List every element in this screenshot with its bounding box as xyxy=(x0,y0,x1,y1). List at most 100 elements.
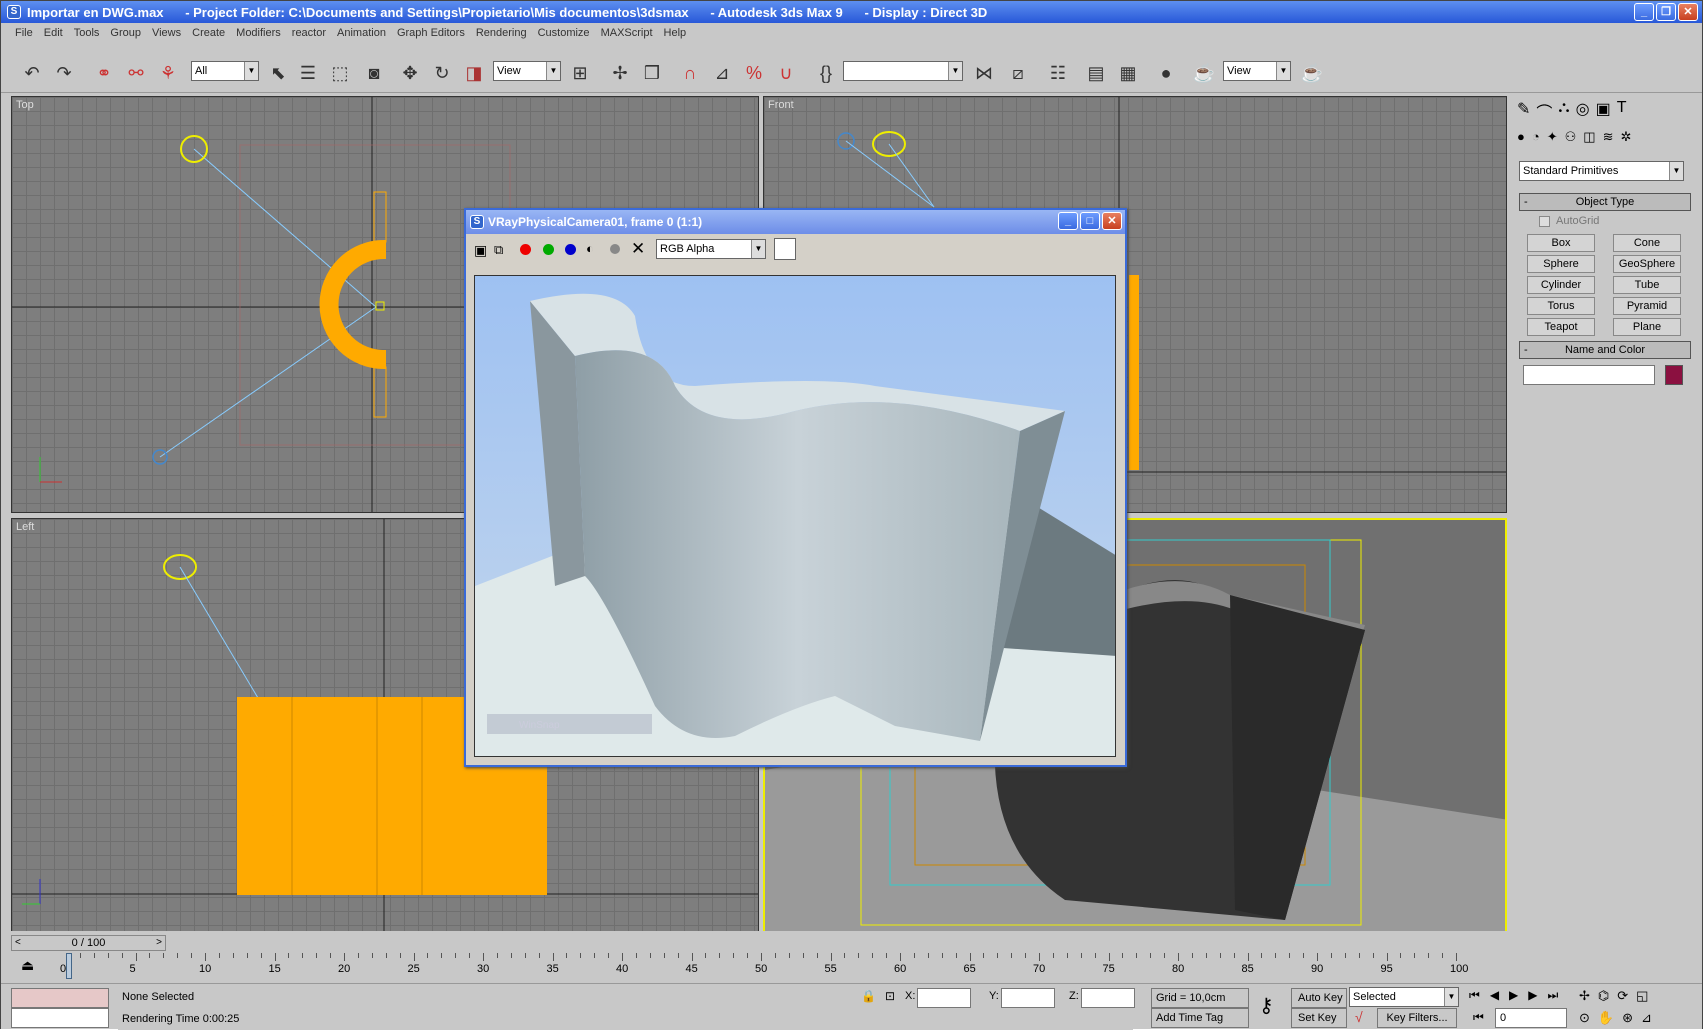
bind-to-space-warp-icon[interactable]: ⚘ xyxy=(155,60,181,86)
percent-snap-icon[interactable]: % xyxy=(741,60,767,86)
create-tab-icon[interactable]: ✎ xyxy=(1517,99,1530,123)
app-icon[interactable]: S xyxy=(7,5,21,19)
set-key-button[interactable]: Set Key xyxy=(1291,1008,1347,1028)
viewport-label[interactable]: Left xyxy=(16,521,34,533)
geometry-icon[interactable]: ● xyxy=(1517,129,1525,145)
red-channel-icon[interactable] xyxy=(520,244,531,255)
time-slider-next-icon[interactable]: > xyxy=(156,937,162,948)
menu-animation[interactable]: Animation xyxy=(337,27,386,39)
quick-render-icon[interactable]: ☕ xyxy=(1299,60,1325,86)
angle-snap-icon[interactable]: ⊿ xyxy=(709,60,735,86)
keyboard-shortcut-override-icon[interactable]: ❒ xyxy=(639,60,665,86)
tube-button[interactable]: Tube xyxy=(1613,276,1681,294)
track-bar[interactable]: 0 5 10 15 20 25 30 35 40 45 50 55 60 65 70 75 80 85 90 95 10… xyxy=(60,953,1468,983)
maximize-viewport-icon[interactable]: ◱ xyxy=(1636,988,1648,1004)
alpha-channel-icon[interactable]: ◐ xyxy=(586,241,594,256)
save-image-icon[interactable]: ▣ xyxy=(474,242,487,259)
reference-coordinate-dropdown[interactable]: View ▼ xyxy=(493,61,561,81)
field-of-view-icon[interactable]: ⊿ xyxy=(1641,1010,1652,1026)
auto-key-button[interactable]: Auto Key xyxy=(1291,988,1347,1008)
key-filters-button[interactable]: Key Filters... xyxy=(1377,1008,1457,1028)
vray-frame-buffer-window[interactable]: S VRayPhysicalCamera01, frame 0 (1:1) _ … xyxy=(464,208,1127,767)
add-time-tag[interactable]: Add Time Tag xyxy=(1151,1008,1249,1028)
select-and-scale-icon[interactable]: ◨ xyxy=(461,60,487,86)
select-and-move-icon[interactable]: ✥ xyxy=(397,60,423,86)
vfb-maximize-button[interactable]: □ xyxy=(1080,212,1100,230)
clone-frame-buffer-icon[interactable]: ⧉ xyxy=(494,242,503,258)
menu-edit[interactable]: Edit xyxy=(44,27,63,39)
zoom-all-icon[interactable]: ⌬ xyxy=(1598,988,1609,1004)
absolute-mode-icon[interactable]: ⊡ xyxy=(885,989,895,1003)
pivot-point-icon[interactable]: ⊞ xyxy=(567,60,593,86)
cameras-icon[interactable]: ⚇ xyxy=(1565,129,1577,145)
render-type-dropdown[interactable]: View ▼ xyxy=(1223,61,1291,81)
green-channel-icon[interactable] xyxy=(543,244,554,255)
menu-views[interactable]: Views xyxy=(152,27,181,39)
restore-button[interactable]: ❐ xyxy=(1656,3,1676,21)
viewport-label[interactable]: Top xyxy=(16,99,34,111)
key-icon[interactable]: ⚷ xyxy=(1259,993,1274,1018)
vfb-app-icon[interactable]: S xyxy=(470,215,484,229)
window-crossing-icon[interactable]: ◙ xyxy=(361,60,387,86)
align-icon[interactable]: ⧄ xyxy=(1005,60,1031,86)
cone-button[interactable]: Cone xyxy=(1613,234,1681,252)
vfb-minimize-button[interactable]: _ xyxy=(1058,212,1078,230)
play-icon[interactable]: ▶ xyxy=(1509,988,1518,1003)
viewport-label[interactable]: Front xyxy=(768,99,794,111)
select-object-icon[interactable]: ⬉ xyxy=(265,60,291,86)
pyramid-button[interactable]: Pyramid xyxy=(1613,297,1681,315)
shapes-icon[interactable]: ◔ xyxy=(1532,129,1540,145)
key-mode-dropdown[interactable]: Selected ▼ xyxy=(1349,987,1459,1007)
plane-button[interactable]: Plane xyxy=(1613,318,1681,336)
menu-file[interactable]: File xyxy=(15,27,33,39)
minimize-button[interactable]: _ xyxy=(1634,3,1654,21)
name-and-color-rollout[interactable]: - Name and Color xyxy=(1519,341,1691,359)
layer-manager-icon[interactable]: ☷ xyxy=(1045,60,1071,86)
time-cursor[interactable] xyxy=(66,953,72,979)
display-channel-dropdown[interactable]: RGB Alpha ▼ xyxy=(656,239,766,259)
current-frame-field[interactable]: 0 xyxy=(1495,1008,1567,1028)
schematic-view-icon[interactable]: ▦ xyxy=(1115,60,1141,86)
category-dropdown[interactable]: Standard Primitives ▼ xyxy=(1519,161,1684,181)
lock-selection-icon[interactable]: 🔒 xyxy=(861,989,876,1003)
zoom-icon[interactable]: ✢ xyxy=(1579,988,1590,1004)
maxscript-listener-mini[interactable] xyxy=(11,988,109,1008)
select-and-manipulate-icon[interactable]: ✢ xyxy=(607,60,633,86)
modify-tab-icon[interactable]: ⌒ xyxy=(1536,99,1552,123)
maxscript-listener-output[interactable] xyxy=(11,1008,109,1028)
hierarchy-tab-icon[interactable]: ⛬ xyxy=(1558,99,1569,123)
utilities-tab-icon[interactable]: T xyxy=(1617,99,1627,123)
mirror-icon[interactable]: ⋈ xyxy=(971,60,997,86)
sphere-button[interactable]: Sphere xyxy=(1527,255,1595,273)
motion-tab-icon[interactable]: ◎ xyxy=(1576,99,1590,123)
go-to-end-icon[interactable]: ⏭ xyxy=(1548,988,1559,1003)
object-color-swatch[interactable] xyxy=(1665,365,1683,385)
menu-maxscript[interactable]: MAXScript xyxy=(601,27,653,39)
select-by-name-icon[interactable]: ☰ xyxy=(295,60,321,86)
teapot-button[interactable]: Teapot xyxy=(1527,318,1595,336)
unlink-selection-icon[interactable]: ⚯ xyxy=(123,60,149,86)
undo-icon[interactable]: ↶ xyxy=(19,60,45,86)
menu-create[interactable]: Create xyxy=(192,27,225,39)
time-configuration-icon[interactable]: ⊙ xyxy=(1579,1010,1590,1026)
select-and-link-icon[interactable]: ⚭ xyxy=(91,60,117,86)
time-slider[interactable]: < 0 / 100 > xyxy=(11,935,166,951)
pan-icon[interactable]: ✋ xyxy=(1598,1010,1614,1026)
object-type-rollout[interactable]: - Object Type xyxy=(1519,193,1691,211)
orbit-icon[interactable]: ⊛ xyxy=(1622,1010,1633,1026)
systems-icon[interactable]: ✲ xyxy=(1620,129,1631,145)
next-frame-icon[interactable]: ▶ xyxy=(1528,988,1537,1003)
blue-channel-icon[interactable] xyxy=(565,244,576,255)
menu-help[interactable]: Help xyxy=(664,27,687,39)
clear-image-icon[interactable]: ✕ xyxy=(631,239,645,259)
select-and-rotate-icon[interactable]: ↻ xyxy=(429,60,455,86)
render-scene-icon[interactable]: ☕ xyxy=(1191,60,1217,86)
named-selection-sets-dropdown[interactable]: ▼ xyxy=(843,61,963,81)
display-tab-icon[interactable]: ▣ xyxy=(1596,99,1611,123)
space-warps-icon[interactable]: ≋ xyxy=(1603,129,1614,145)
previous-frame-icon[interactable]: ◀ xyxy=(1490,988,1499,1003)
arc-rotate-icon[interactable]: ⟳ xyxy=(1617,988,1628,1004)
menu-modifiers[interactable]: Modifiers xyxy=(236,27,281,39)
monochrome-icon[interactable] xyxy=(610,244,620,254)
color-swatch[interactable] xyxy=(774,238,796,260)
